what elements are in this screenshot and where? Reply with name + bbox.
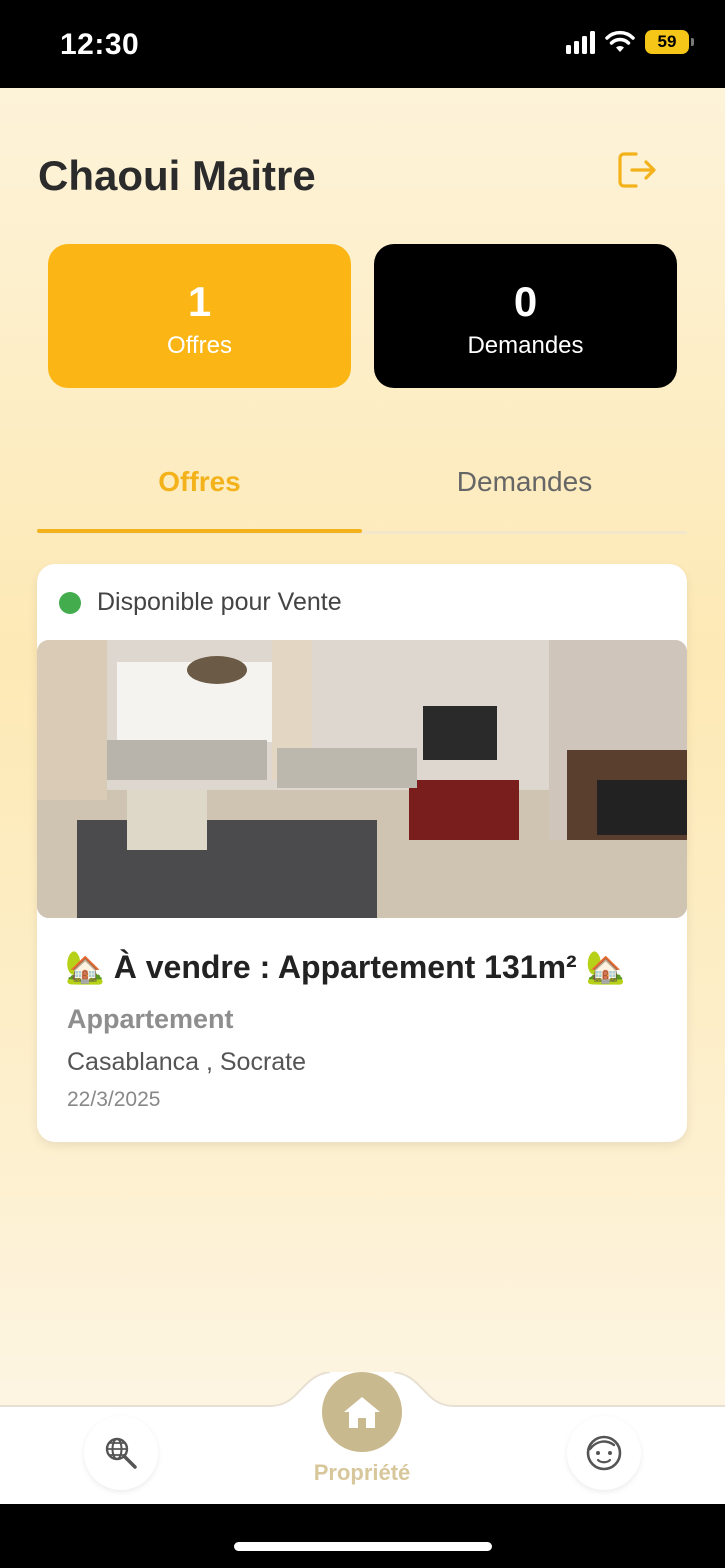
- listing-title: 🏡 À vendre : Appartement 131m² 🏡: [65, 949, 626, 985]
- status-icons: 59: [566, 30, 694, 54]
- demandes-stat-label: Demandes: [467, 332, 584, 359]
- listing-date: 22/3/2025: [67, 1088, 161, 1111]
- battery-icon: 59: [645, 30, 694, 54]
- nav-home-button[interactable]: [322, 1372, 402, 1452]
- offres-count: 1: [187, 278, 212, 325]
- tab-bar: Offres Demandes: [37, 448, 687, 534]
- listing-card[interactable]: Disponible pour Vente 🏡 À vendre: Appar…: [37, 564, 687, 1142]
- app-screen: Chaoui Maitre 1 Offres 0 Demandes Offres…: [0, 88, 725, 1504]
- bottom-nav: Propriété: [0, 1372, 725, 1504]
- nav-home-label[interactable]: Propriété: [262, 1460, 462, 1486]
- home-icon: [344, 1397, 380, 1428]
- cellular-signal-icon: [566, 30, 595, 54]
- user-name: Chaoui Maitre: [38, 152, 316, 199]
- listing-status-text: Disponible pour Vente: [97, 588, 342, 616]
- face-icon: [586, 1435, 622, 1471]
- nav-search-button[interactable]: [84, 1416, 158, 1490]
- listing-type: Appartement: [67, 1004, 234, 1034]
- living-room-photo: [37, 640, 687, 918]
- tab-offres[interactable]: Offres: [37, 448, 362, 532]
- listing-location: Casablanca , Socrate: [67, 1048, 307, 1076]
- home-indicator[interactable]: [234, 1542, 492, 1551]
- offres-stat-card[interactable]: 1 Offres: [48, 244, 351, 388]
- offres-stat-label: Offres: [167, 332, 232, 359]
- active-tab-indicator: [37, 529, 362, 533]
- status-time: 12:30: [60, 28, 140, 61]
- logout-icon: [618, 152, 656, 188]
- demandes-stat-card[interactable]: 0 Demandes: [374, 244, 677, 388]
- tab-demandes[interactable]: Demandes: [362, 448, 687, 532]
- listing-status: Disponible pour Vente: [59, 588, 342, 617]
- status-bar: 12:30 59: [0, 0, 725, 88]
- status-dot: [59, 591, 81, 614]
- globe-search-icon: [105, 1437, 137, 1469]
- wifi-icon: [605, 30, 635, 52]
- logout-button[interactable]: [614, 148, 662, 192]
- demandes-count: 0: [513, 278, 538, 325]
- listing-photo[interactable]: [37, 640, 687, 918]
- nav-profile-button[interactable]: [567, 1416, 641, 1490]
